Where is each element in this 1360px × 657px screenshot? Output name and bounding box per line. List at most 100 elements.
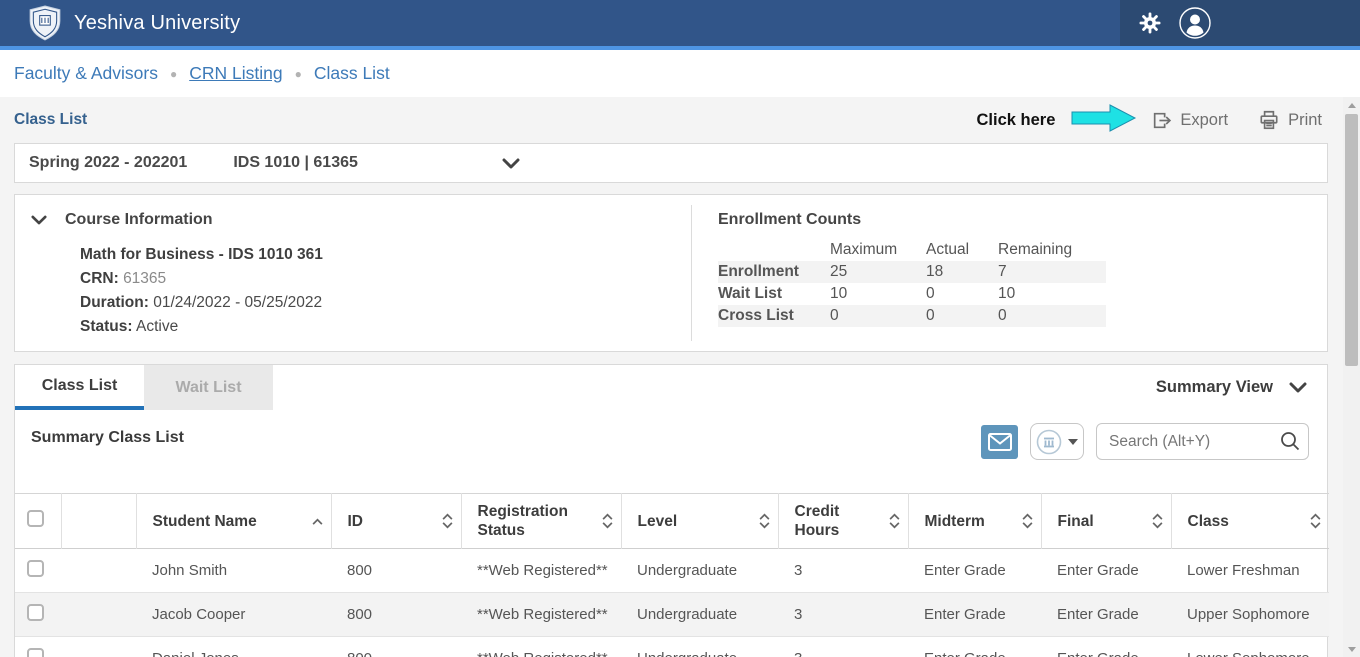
scrollbar-thumb[interactable] <box>1345 114 1358 366</box>
select-all-checkbox[interactable] <box>27 510 44 527</box>
col-class: Class <box>1188 512 1229 531</box>
university-shield-logo <box>28 5 62 41</box>
cell-registration-status: **Web Registered** <box>461 637 621 657</box>
envelope-icon <box>988 433 1012 451</box>
term-label: Spring 2022 - 202201 <box>29 154 187 172</box>
crn-value: 61365 <box>123 270 166 287</box>
table-row: Daniel Jones 800 **Web Registered** Unde… <box>15 637 1329 657</box>
cell-credit-hours: 3 <box>778 549 908 593</box>
class-list-table: Student Name ID <box>15 493 1329 657</box>
page-title: Class List <box>14 111 87 129</box>
col-final: Final <box>1058 512 1094 531</box>
vertical-scrollbar[interactable] <box>1343 97 1360 657</box>
crosslist-row: Cross List 0 0 0 <box>718 305 1106 327</box>
chevron-down-icon[interactable] <box>502 158 520 169</box>
duration-value: 01/24/2022 - 05/25/2022 <box>153 294 322 311</box>
enrollment-row: Enrollment 25 18 7 <box>718 261 1106 283</box>
summary-class-list-heading: Summary Class List <box>31 429 184 447</box>
subtitle-row: Summary Class List <box>15 410 1327 472</box>
cell-midterm: Enter Grade <box>908 593 1041 637</box>
click-here-annotation: Click here <box>977 111 1056 130</box>
brand-name: Yeshiva University <box>74 12 240 35</box>
cell-id: 800 <box>331 593 461 637</box>
enrollment-counts-heading: Enrollment Counts <box>718 211 1327 229</box>
row-checkbox[interactable] <box>27 560 44 577</box>
row-checkbox[interactable] <box>27 604 44 621</box>
collapse-chevron-icon[interactable] <box>31 215 47 225</box>
sort-both-icon[interactable] <box>1020 511 1035 531</box>
course-crn-label: IDS 1010 | 61365 <box>233 154 358 172</box>
user-icon[interactable] <box>1178 6 1212 40</box>
page-toolbar: Class List Click here Export <box>0 97 1360 143</box>
cell-student-name: Daniel Jones <box>136 637 331 657</box>
breadcrumb-crn-listing[interactable]: CRN Listing <box>189 63 282 84</box>
row-checkbox[interactable] <box>27 648 44 657</box>
enrollment-counts-table: Maximum Actual Remaining Enrollment 25 1… <box>718 239 1106 327</box>
course-information-card: Course Information Math for Business - I… <box>14 194 1328 352</box>
cell-final: Enter Grade <box>1041 549 1171 593</box>
scrollbar-down-arrow[interactable] <box>1343 641 1360 657</box>
export-button[interactable]: Export <box>1151 110 1228 131</box>
empty-header-cell <box>61 494 136 549</box>
sort-both-icon[interactable] <box>1150 511 1165 531</box>
sort-both-icon[interactable] <box>1308 511 1323 531</box>
status-line: Status: Active <box>80 315 691 339</box>
spacer <box>15 472 1327 493</box>
col-id: ID <box>348 512 364 531</box>
breadcrumb-faculty-advisors[interactable]: Faculty & Advisors <box>14 63 158 84</box>
cell-class: Upper Sophomore <box>1171 593 1329 637</box>
course-information-heading: Course Information <box>65 211 213 229</box>
gear-icon[interactable] <box>1138 11 1162 35</box>
sort-asc-icon[interactable] <box>310 516 325 527</box>
navbar-actions <box>1120 0 1360 46</box>
tab-wait-list[interactable]: Wait List <box>144 365 273 410</box>
breadcrumb: Faculty & Advisors ● CRN Listing ● Class… <box>0 50 1360 97</box>
cell-registration-status: **Web Registered** <box>461 549 621 593</box>
cell-final: Enter Grade <box>1041 637 1171 657</box>
term-course-selector[interactable]: Spring 2022 - 202201 IDS 1010 | 61365 <box>14 143 1328 183</box>
filter-columns-button[interactable] <box>1030 423 1084 460</box>
cell-midterm: Enter Grade <box>908 549 1041 593</box>
cell-midterm: Enter Grade <box>908 637 1041 657</box>
cell-final: Enter Grade <box>1041 593 1171 637</box>
col-registration-status: Registration Status <box>478 502 600 540</box>
tab-class-list[interactable]: Class List <box>15 365 144 410</box>
waitlist-row: Wait List 10 0 10 <box>718 283 1106 305</box>
cell-level: Undergraduate <box>621 593 778 637</box>
sort-both-icon[interactable] <box>757 511 772 531</box>
cell-class: Lower Sophomore <box>1171 637 1329 657</box>
breadcrumb-separator: ● <box>295 67 302 81</box>
chevron-down-icon <box>1289 382 1307 393</box>
email-button[interactable] <box>981 425 1018 459</box>
enroll-col-actual: Actual <box>926 239 998 261</box>
crn-line: CRN: 61365 <box>80 267 691 291</box>
col-credit-hours: Credit Hours <box>795 502 887 540</box>
sort-both-icon[interactable] <box>887 511 902 531</box>
cell-level: Undergraduate <box>621 549 778 593</box>
print-icon <box>1258 109 1280 131</box>
tabs-row: Class List Wait List Summary View <box>15 365 1327 410</box>
course-title: Math for Business - IDS 1010 361 <box>80 243 691 267</box>
summary-view-dropdown[interactable]: Summary View <box>1156 365 1327 410</box>
sort-both-icon[interactable] <box>440 511 455 531</box>
columns-circle-icon <box>1036 429 1062 455</box>
scrollbar-up-arrow[interactable] <box>1343 97 1360 113</box>
search-input[interactable] <box>1096 423 1309 460</box>
cell-student-name: John Smith <box>136 549 331 593</box>
print-label: Print <box>1288 111 1322 130</box>
navbar-brand-area: Yeshiva University <box>0 0 1120 46</box>
annotation-arrow-icon <box>1071 104 1137 137</box>
cell-class: Lower Freshman <box>1171 549 1329 593</box>
cell-credit-hours: 3 <box>778 593 908 637</box>
enroll-col-remaining: Remaining <box>998 239 1106 261</box>
cell-id: 800 <box>331 637 461 657</box>
col-level: Level <box>638 512 678 531</box>
cell-id: 800 <box>331 549 461 593</box>
search-icon[interactable] <box>1279 430 1301 455</box>
summary-view-label: Summary View <box>1156 378 1273 397</box>
breadcrumb-class-list[interactable]: Class List <box>314 63 390 84</box>
enroll-col-maximum: Maximum <box>830 239 926 261</box>
sort-both-icon[interactable] <box>600 511 615 531</box>
status-value: Active <box>136 318 178 335</box>
print-button[interactable]: Print <box>1258 109 1322 131</box>
